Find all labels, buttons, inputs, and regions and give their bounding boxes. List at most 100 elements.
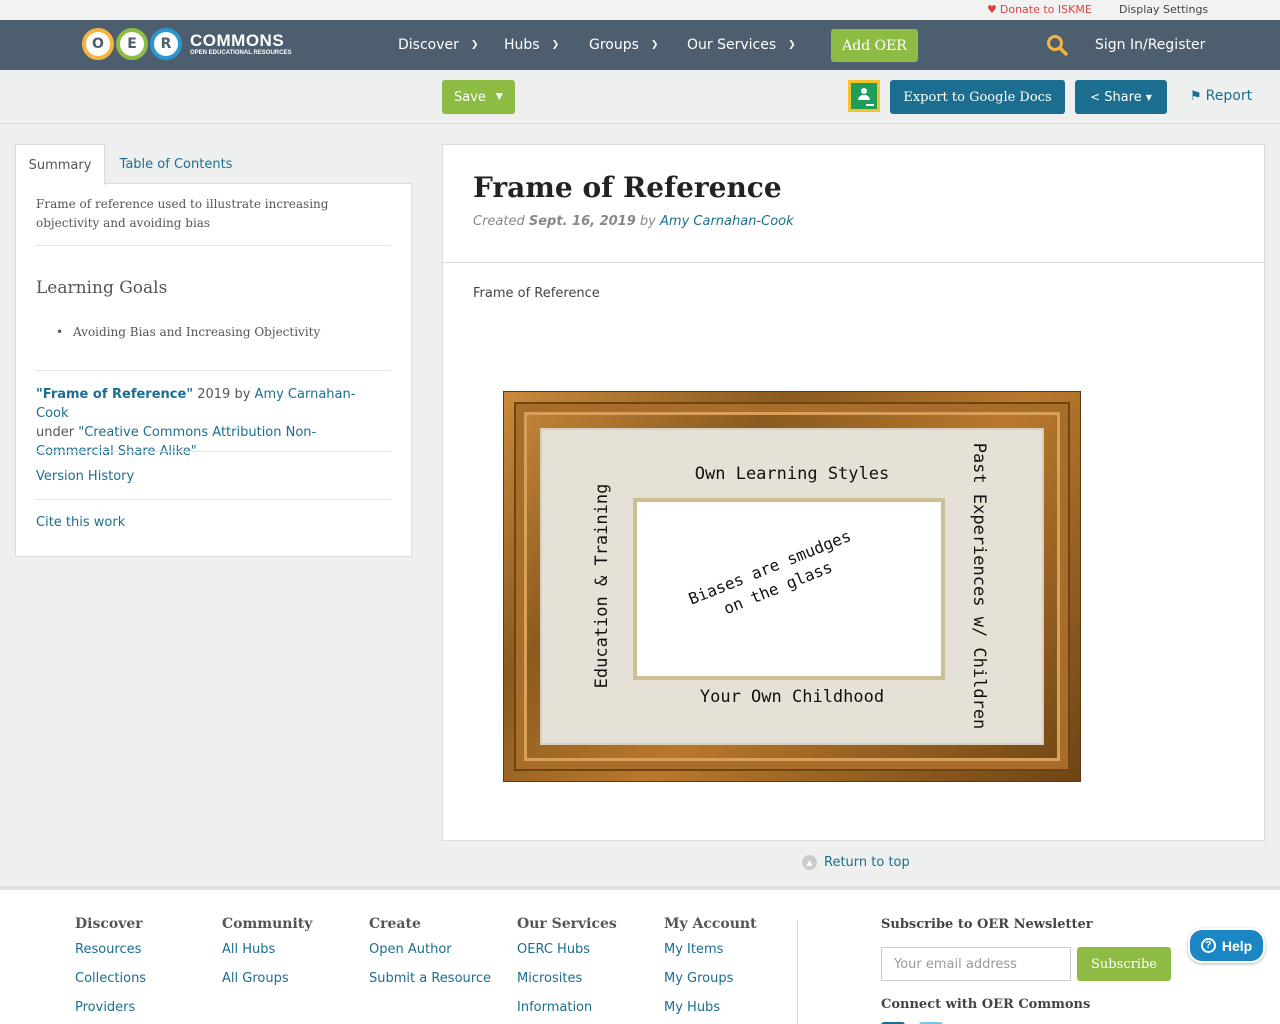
search-icon[interactable] bbox=[1046, 34, 1068, 56]
resource-toolbar: Save ▼ Export to Google Docs < Share ▼ ⚑ Rep… bbox=[0, 70, 1280, 124]
footer-col-create: Create Open Author Submit a Resource bbox=[369, 916, 491, 1000]
connect-heading: Connect with OER Commons bbox=[881, 997, 1091, 1012]
footer-link-open-author[interactable]: Open Author bbox=[369, 942, 491, 971]
footer: Discover Resources Collections Providers… bbox=[0, 886, 1280, 1024]
help-label: Help bbox=[1221, 937, 1253, 954]
flag-icon: ⚑ bbox=[1190, 88, 1202, 104]
logo-letter-o: O bbox=[82, 28, 114, 60]
tab-table-of-contents[interactable]: Table of Contents bbox=[105, 144, 247, 184]
footer-heading: My Account bbox=[664, 916, 757, 932]
created-label: Created bbox=[473, 214, 525, 229]
footer-link-my-hubs[interactable]: My Hubs bbox=[664, 1000, 757, 1024]
cite-this-work-link[interactable]: Cite this work bbox=[36, 515, 125, 530]
image-label-right: Past Experiences w/ Children bbox=[969, 442, 989, 730]
donate-link[interactable]: ♥ Donate to ISKME bbox=[987, 3, 1092, 16]
resource-description: Frame of reference used to illustrate in… bbox=[36, 197, 329, 230]
nav-discover[interactable]: Discover ❯ bbox=[398, 37, 478, 53]
nav-our-services-label: Our Services bbox=[687, 37, 777, 53]
utility-bar: ♥ Donate to ISKME Display Settings bbox=[0, 0, 1280, 20]
divider bbox=[36, 370, 391, 371]
footer-link-submit-resource[interactable]: Submit a Resource bbox=[369, 971, 491, 1000]
footer-col-community: Community All Hubs All Groups bbox=[222, 916, 312, 1000]
attribution-under: under bbox=[36, 425, 75, 440]
google-classroom-icon[interactable] bbox=[848, 80, 880, 112]
logo-word: COMMONS bbox=[190, 31, 285, 50]
created-date: Sept. 16, 2019 bbox=[528, 214, 636, 229]
return-to-top-label: Return to top bbox=[824, 855, 910, 870]
license-link[interactable]: "Creative Commons Attribution Non-Commer… bbox=[36, 425, 316, 459]
footer-heading: Discover bbox=[75, 916, 143, 932]
footer-link-resources[interactable]: Resources bbox=[75, 942, 146, 971]
chevron-down-icon: ❯ bbox=[470, 40, 479, 50]
footer-link-all-hubs[interactable]: All Hubs bbox=[222, 942, 312, 971]
footer-col-our-services: Our Services OERC Hubs Microsites Inform… bbox=[517, 916, 617, 1024]
logo-wordmark: COMMONS OPEN EDUCATIONAL RESOURCES bbox=[190, 32, 291, 56]
divider bbox=[36, 451, 391, 452]
caret-down-icon: ▼ bbox=[1145, 92, 1152, 102]
footer-link-my-groups[interactable]: My Groups bbox=[664, 971, 757, 1000]
summary-panel: Frame of reference used to illustrate in… bbox=[15, 183, 412, 557]
tab-summary[interactable]: Summary bbox=[15, 144, 105, 185]
author-link[interactable]: Amy Carnahan-Cook bbox=[660, 214, 794, 229]
chevron-down-icon: ❯ bbox=[551, 40, 560, 50]
share-button[interactable]: < Share ▼ bbox=[1075, 80, 1167, 114]
attribution-title-link[interactable]: "Frame of Reference" bbox=[36, 387, 193, 402]
divider bbox=[36, 499, 391, 500]
image-label-left: Education & Training bbox=[592, 483, 612, 689]
frame-of-reference-image: Own Learning Styles Your Own Childhood E… bbox=[503, 391, 1081, 782]
share-label: Share bbox=[1104, 89, 1142, 105]
footer-col-my-account: My Account My Items My Groups My Hubs bbox=[664, 916, 757, 1024]
caret-down-icon: ▼ bbox=[495, 92, 503, 102]
learning-goal-item: Avoiding Bias and Increasing Objectivity bbox=[56, 325, 320, 339]
nav-hubs-label: Hubs bbox=[504, 37, 540, 53]
nav-hubs[interactable]: Hubs ❯ bbox=[504, 37, 559, 53]
divider bbox=[36, 245, 391, 246]
share-icon: < bbox=[1090, 90, 1101, 104]
question-icon: ? bbox=[1200, 938, 1216, 953]
footer-divider bbox=[797, 920, 798, 1024]
footer-link-my-items[interactable]: My Items bbox=[664, 942, 757, 971]
newsletter-email-input[interactable]: Your email address bbox=[881, 947, 1071, 981]
sign-in-register-link[interactable]: Sign In/Register bbox=[1095, 37, 1205, 53]
footer-link-collections[interactable]: Collections bbox=[75, 971, 146, 1000]
save-button[interactable]: Save ▼ bbox=[442, 80, 515, 114]
nav-groups-label: Groups bbox=[589, 37, 639, 53]
help-button[interactable]: ? Help bbox=[1188, 928, 1265, 963]
nav-discover-label: Discover bbox=[398, 37, 459, 53]
attribution: "Frame of Reference" 2019 by Amy Carnaha… bbox=[36, 385, 386, 461]
version-history-link[interactable]: Version History bbox=[36, 469, 134, 484]
main-navigation: O E R COMMONS OPEN EDUCATIONAL RESOURCES… bbox=[0, 20, 1280, 70]
footer-col-discover: Discover Resources Collections Providers bbox=[75, 916, 146, 1024]
donate-label: Donate to ISKME bbox=[999, 3, 1092, 16]
chevron-down-icon: ❯ bbox=[650, 40, 659, 50]
page-title: Frame of Reference bbox=[473, 171, 782, 204]
oer-commons-logo[interactable]: O E R COMMONS OPEN EDUCATIONAL RESOURCES bbox=[82, 26, 291, 62]
report-link[interactable]: ⚑ Report bbox=[1190, 88, 1252, 104]
chevron-down-icon: ❯ bbox=[788, 40, 796, 50]
footer-link-information[interactable]: Information bbox=[517, 1000, 617, 1024]
subscribe-button[interactable]: Subscribe bbox=[1077, 947, 1171, 981]
footer-heading: Create bbox=[369, 916, 421, 932]
footer-link-all-groups[interactable]: All Groups bbox=[222, 971, 312, 1000]
newsletter-heading: Subscribe to OER Newsletter bbox=[881, 917, 1093, 932]
export-google-docs-button[interactable]: Export to Google Docs bbox=[890, 80, 1065, 114]
by-label: by bbox=[639, 214, 656, 229]
add-oer-button[interactable]: Add OER bbox=[831, 29, 918, 62]
learning-goals-heading: Learning Goals bbox=[36, 278, 168, 298]
created-meta: Created Sept. 16, 2019 by Amy Carnahan-C… bbox=[473, 214, 794, 229]
footer-link-microsites[interactable]: Microsites bbox=[517, 971, 617, 1000]
footer-heading: Our Services bbox=[517, 916, 617, 932]
footer-link-providers[interactable]: Providers bbox=[75, 1000, 146, 1024]
save-label: Save bbox=[454, 89, 486, 105]
heart-icon: ♥ bbox=[987, 3, 997, 16]
nav-groups[interactable]: Groups ❯ bbox=[589, 37, 658, 53]
return-to-top-link[interactable]: ▲ Return to top bbox=[802, 855, 910, 870]
logo-letter-e: E bbox=[116, 28, 148, 60]
footer-link-oerc-hubs[interactable]: OERC Hubs bbox=[517, 942, 617, 971]
display-settings-link[interactable]: Display Settings bbox=[1119, 3, 1208, 16]
footer-heading: Community bbox=[222, 916, 313, 932]
image-label-top: Own Learning Styles bbox=[694, 464, 890, 484]
nav-our-services[interactable]: Our Services ❯ bbox=[687, 37, 796, 53]
logo-letter-r: R bbox=[150, 28, 182, 60]
arrow-up-icon: ▲ bbox=[802, 855, 817, 870]
